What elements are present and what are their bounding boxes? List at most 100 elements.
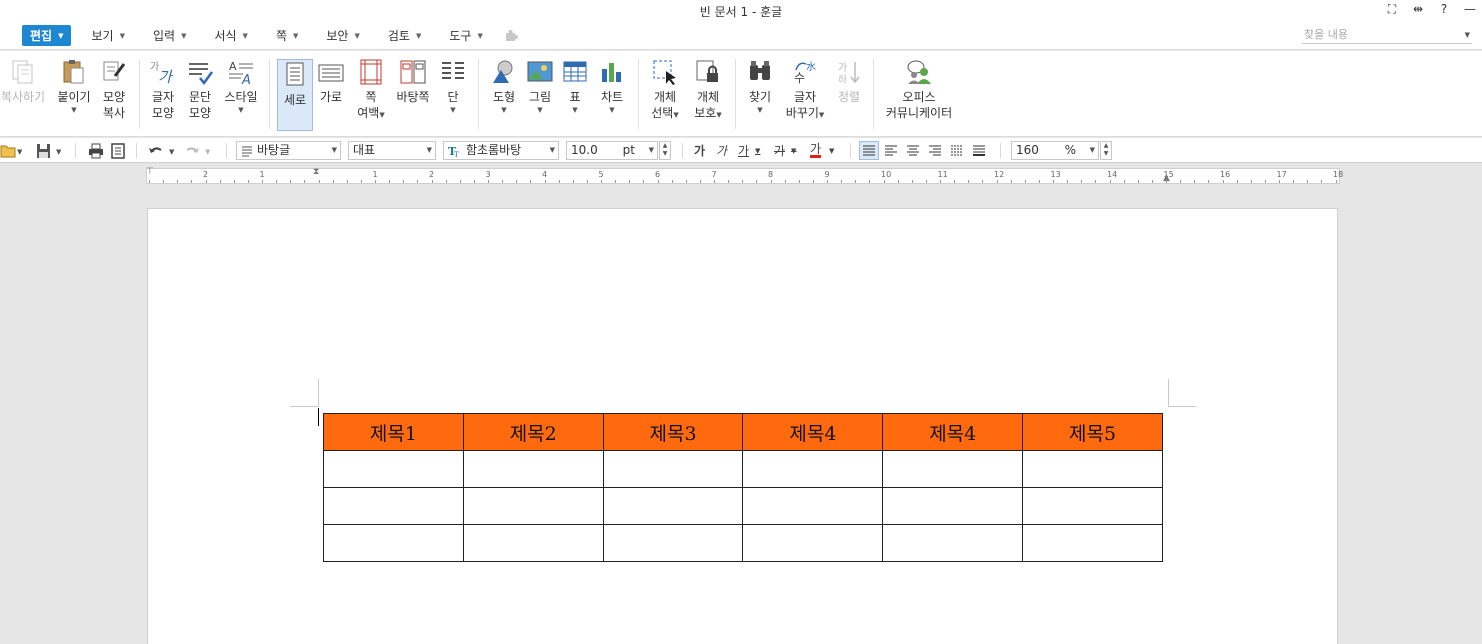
style-select[interactable]: 바탕글 ▼ [236, 141, 341, 160]
minimize-icon[interactable]: — [1462, 2, 1478, 17]
table-cell[interactable] [602, 487, 744, 525]
table-header-cell[interactable]: 제목3 [602, 413, 744, 451]
chevron-down-icon[interactable]: ▼ [649, 142, 654, 159]
table-button[interactable]: 표 ▼ [561, 57, 589, 133]
ruler-label: 11 [937, 170, 948, 179]
object-select-button[interactable]: 개체 선택▼ [647, 57, 683, 133]
ruler-tick [1336, 180, 1337, 183]
align-center-icon[interactable] [906, 142, 920, 159]
menu-format[interactable]: 서식 ▼ [206, 25, 255, 46]
language-select[interactable]: 대표 ▼ [348, 141, 436, 160]
menu-insert[interactable]: 입력 ▼ [145, 25, 194, 46]
menu-page[interactable]: 쪽 ▼ [268, 25, 306, 46]
table-header-cell[interactable]: 제목4 [882, 413, 1024, 451]
ruler-tick [1011, 180, 1012, 183]
menu-tools[interactable]: 도구 ▼ [441, 25, 490, 46]
ruler-left-margin-icon[interactable]: ⧗ [313, 167, 319, 177]
para-shape-button[interactable]: 문단 모양 [184, 57, 216, 133]
ruler-tick [714, 180, 715, 183]
object-protect-button[interactable]: 개체 보호▼ [690, 57, 726, 133]
align-justify-icon[interactable] [859, 141, 879, 160]
print-icon[interactable] [88, 142, 104, 159]
background-page-button[interactable]: 바탕쪽 [396, 57, 430, 133]
menu-security[interactable]: 보안 ▼ [318, 25, 367, 46]
open-folder-icon[interactable]: ▼ [0, 142, 22, 159]
style-button[interactable]: AA 스타일 ▼ [222, 57, 260, 133]
save-icon[interactable]: ▼ [35, 142, 63, 159]
redo-icon[interactable]: ▼ [183, 142, 215, 159]
table-header-cell[interactable]: 제목2 [462, 413, 604, 451]
table-header-cell[interactable]: 제목5 [1022, 413, 1163, 451]
page-margin-button[interactable]: 쪽 여백▼ [354, 57, 388, 133]
table-cell[interactable] [742, 524, 884, 562]
puzzle-icon[interactable] [503, 29, 519, 43]
preview-icon[interactable] [110, 142, 126, 159]
landscape-page-icon [316, 57, 346, 87]
font-size-stepper[interactable]: ▲ ▼ [659, 141, 671, 160]
undo-icon[interactable]: ▼ [147, 142, 179, 159]
table-cell[interactable] [323, 524, 464, 562]
find-button[interactable]: 찾기 ▼ [744, 57, 776, 133]
picture-button[interactable]: 그림 ▼ [524, 57, 556, 133]
table-row [323, 524, 1163, 562]
table-cell[interactable] [1022, 487, 1163, 525]
table-cell[interactable] [882, 487, 1024, 525]
chevron-down-icon[interactable]: ▼ [1090, 142, 1095, 159]
office-communicator-button[interactable]: 오피스 커뮤니케이터 [884, 57, 954, 133]
ruler-left-indent-icon[interactable]: ⊤ [146, 167, 154, 177]
table-cell[interactable] [462, 487, 604, 525]
paste-button[interactable]: 붙이기 ▼ [54, 57, 94, 133]
menu-edit[interactable]: 편집 ▼ [22, 25, 72, 46]
ruler-tick [403, 180, 404, 183]
table-cell[interactable] [882, 524, 1024, 562]
horizontal-ruler[interactable]: ⊤ ⧗ ▲ 2 1 1 2 3 4 5 6 7 8 9 10 11 12 13 14 15 16 17 18 [146, 167, 1343, 184]
help-icon[interactable]: ? [1436, 2, 1452, 17]
portrait-button[interactable]: 세로 [277, 59, 313, 131]
chevron-down-icon[interactable]: ▼ [1465, 27, 1470, 43]
divide-icon[interactable] [972, 142, 986, 159]
table-cell[interactable] [602, 450, 744, 488]
format-copy-button[interactable]: 모양 복사 [98, 57, 130, 133]
ruler-tick [629, 180, 630, 183]
table-cell[interactable] [742, 487, 884, 525]
table-cell[interactable] [1022, 524, 1163, 562]
table-cell[interactable] [323, 487, 464, 525]
italic-button[interactable]: 가 [716, 142, 727, 159]
replace-button[interactable]: 수水 글자 바꾸기▼ [784, 57, 826, 133]
menu-review[interactable]: 검토 ▼ [380, 25, 429, 46]
columns-button[interactable]: 단 ▼ [438, 57, 468, 133]
distribute-icon[interactable] [950, 142, 964, 159]
font-select[interactable]: TT 함초롬바탕 ▼ [443, 141, 559, 160]
fit-width-icon[interactable]: ⇹ [1410, 2, 1426, 17]
underline-button[interactable]: 가 ▼ [738, 142, 760, 159]
table-cell[interactable] [602, 524, 744, 562]
landscape-button[interactable]: 가로 [316, 57, 346, 133]
shape-button[interactable]: 도형 ▼ [488, 57, 520, 133]
copy-button[interactable]: 복사하기 [0, 57, 46, 133]
char-shape-button[interactable]: 가가 글자 모양 [147, 57, 179, 133]
align-right-icon[interactable] [928, 142, 942, 159]
table-cell[interactable] [882, 450, 1024, 488]
search-input[interactable]: 찾을 내용 ▼ [1302, 27, 1472, 44]
fullscreen-icon[interactable]: ⛶ [1384, 2, 1400, 17]
zoom-input[interactable]: 160 % ▼ [1011, 141, 1099, 160]
font-size-input[interactable]: 10.0 pt ▼ [566, 141, 658, 160]
menu-view[interactable]: 보기 ▼ [83, 25, 132, 46]
document-table[interactable]: 제목1 제목2 제목3 제목4 제목4 제목5 [323, 413, 1163, 562]
table-cell[interactable] [323, 450, 464, 488]
table-cell[interactable] [1022, 450, 1163, 488]
bold-button[interactable]: 가 [694, 142, 705, 159]
table-cell[interactable] [742, 450, 884, 488]
chevron-down-icon: ▼ [331, 146, 337, 154]
zoom-stepper[interactable]: ▲ ▼ [1100, 141, 1112, 160]
ruler-label: 2 [203, 170, 209, 179]
strikethrough-button[interactable]: 가 ▼ [774, 142, 796, 159]
table-cell[interactable] [462, 450, 604, 488]
align-left-icon[interactable] [884, 142, 898, 159]
table-header-cell[interactable]: 제목4 [742, 413, 884, 451]
sort-button[interactable]: 가하 정렬 [833, 57, 865, 133]
table-cell[interactable] [462, 524, 604, 562]
font-color-button[interactable]: 가 ▼ [810, 142, 834, 159]
table-header-cell[interactable]: 제목1 [323, 413, 464, 451]
chart-button[interactable]: 차트 ▼ [596, 57, 628, 133]
